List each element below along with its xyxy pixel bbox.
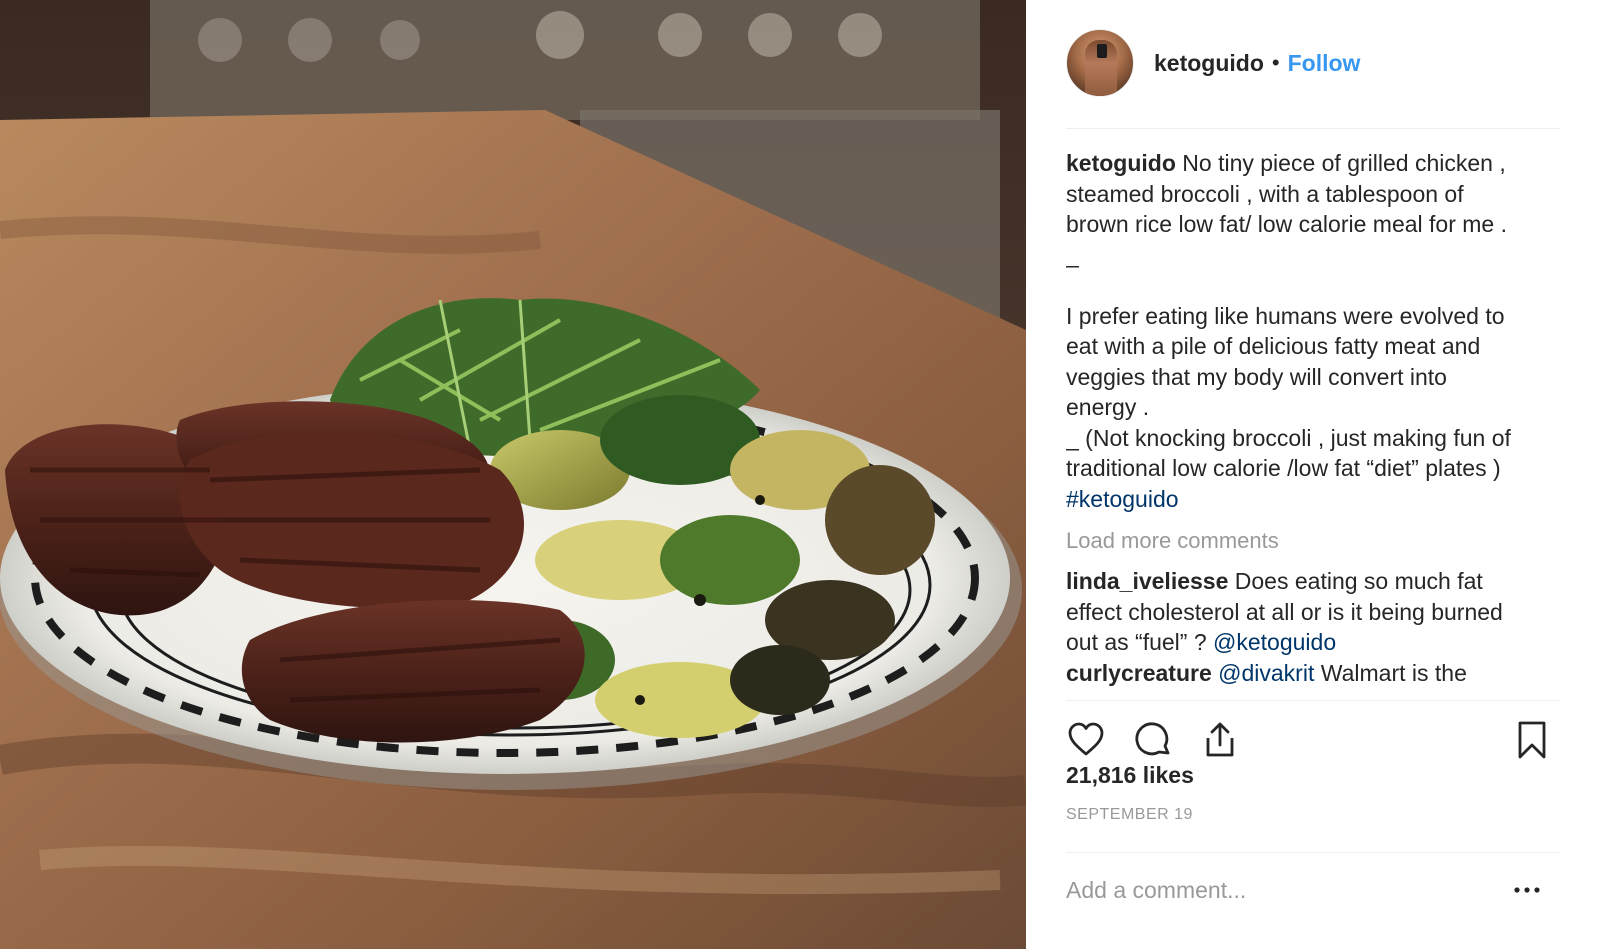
caption-hashtag[interactable]: #ketoguido	[1066, 486, 1179, 512]
follow-button[interactable]: Follow	[1288, 50, 1361, 77]
comment-text: effect cholesterol at all or is it being…	[1066, 598, 1503, 625]
food-photo-illustration	[0, 0, 1026, 949]
caption-line: veggies that my body will convert into	[1066, 363, 1447, 390]
caption-line: brown rice low fat/ low calorie meal for…	[1066, 211, 1507, 237]
comment-text: out as “fuel” ?	[1066, 629, 1207, 655]
bookmark-icon[interactable]	[1512, 720, 1552, 760]
caption-line: _	[1066, 241, 1079, 268]
likes-count[interactable]: 21,816 likes	[1066, 762, 1194, 789]
comment-divider	[1066, 852, 1560, 853]
share-icon[interactable]	[1200, 720, 1240, 760]
comment-mention[interactable]: @divakrit	[1218, 660, 1314, 686]
action-bar	[1066, 712, 1560, 764]
caption-line: I prefer eating like humans were evolved…	[1066, 302, 1505, 329]
post-details-panel: ketoguido • Follow ketoguido No tiny pie…	[1026, 0, 1600, 949]
avatar-phone	[1097, 44, 1107, 58]
comment-item: curlycreature @divakrit Walmart is the	[1066, 658, 1560, 689]
comment-username[interactable]: curlycreature	[1066, 660, 1212, 686]
more-dots-icon[interactable]	[1512, 878, 1542, 902]
comments-section[interactable]: ketoguido No tiny piece of grilled chick…	[1066, 148, 1560, 700]
header-separator: •	[1271, 50, 1280, 75]
post-header: ketoguido • Follow	[1066, 28, 1566, 98]
comment-mention[interactable]: @ketoguido	[1213, 629, 1336, 655]
author-username[interactable]: ketoguido	[1154, 50, 1264, 77]
caption: ketoguido No tiny piece of grilled chick…	[1066, 148, 1560, 514]
caption-username[interactable]: ketoguido	[1066, 150, 1176, 176]
avatar[interactable]	[1066, 29, 1134, 97]
header-divider	[1066, 128, 1560, 129]
comment-bubble-icon[interactable]	[1134, 720, 1174, 760]
actions-divider	[1066, 700, 1560, 701]
comment-username[interactable]: linda_iveliesse	[1066, 568, 1228, 594]
load-more-comments-button[interactable]: Load more comments	[1066, 528, 1560, 554]
caption-line: traditional low calorie /low fat “diet” …	[1066, 455, 1501, 481]
caption-line: No tiny piece of grilled chicken ,	[1182, 150, 1506, 176]
caption-line: _ (Not knocking broccoli , just making f…	[1066, 424, 1511, 451]
post-date: SEPTEMBER 19	[1066, 806, 1193, 823]
caption-line: steamed broccoli , with a tablespoon of	[1066, 180, 1464, 207]
add-comment-input[interactable]	[1066, 872, 1486, 908]
comment-text: Does eating so much fat	[1234, 568, 1483, 594]
comment-item: linda_iveliesse Does eating so much fat …	[1066, 566, 1560, 658]
comment-text: Walmart is the	[1320, 659, 1467, 686]
caption-line: eat with a pile of delicious fatty meat …	[1066, 333, 1481, 359]
post-photo[interactable]	[0, 0, 1026, 949]
caption-line: energy .	[1066, 394, 1150, 420]
heart-icon[interactable]	[1066, 720, 1106, 760]
